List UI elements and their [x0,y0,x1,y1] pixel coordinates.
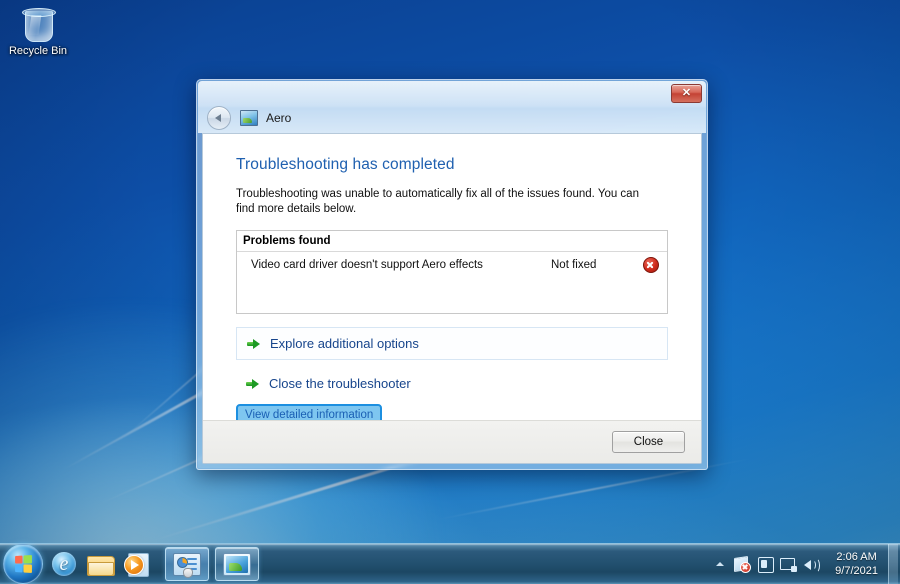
volume-icon[interactable] [802,555,821,573]
taskbar-item-windows-media-player[interactable] [121,547,151,581]
show-hidden-icons-icon[interactable] [712,555,728,573]
link-label: Close the troubleshooter [269,376,411,391]
clock-time: 2:06 AM [836,551,877,563]
green-arrow-icon [247,337,261,351]
taskbar-item-internet-explorer[interactable] [49,547,79,581]
removable-media-icon[interactable] [756,555,775,573]
action-center-flag-icon[interactable] [733,555,752,573]
back-button[interactable] [207,106,231,130]
recycle-bin-label: Recycle Bin [8,45,68,57]
start-button[interactable] [3,544,43,584]
network-icon[interactable] [779,555,798,573]
aero-display-icon [223,552,251,576]
taskbar-clock[interactable]: 2:06 AM 9/7/2021 [829,550,884,578]
problems-table-header: Problems found [237,231,667,252]
taskbar-item-control-panel[interactable] [165,547,209,581]
troubleshooter-window: ✕ Aero Troubleshooting has completed Tro… [196,79,708,470]
page-description: Troubleshooting was unable to automatica… [236,188,639,215]
problem-status: Not fixed [551,259,597,271]
folder-icon [87,554,115,576]
window-title: Aero [266,111,292,125]
close-icon: ✕ [681,87,692,99]
aero-display-icon [240,110,258,126]
table-row[interactable]: Video card driver doesn't support Aero e… [237,252,667,273]
problems-found-table: Problems found Video card driver doesn't… [236,230,668,314]
window-body: Troubleshooting has completed Troublesho… [202,133,702,464]
error-x-icon [643,257,659,273]
desktop-icon-recycle-bin[interactable]: Recycle Bin [6,6,70,58]
system-tray: 2:06 AM 9/7/2021 [712,544,900,584]
back-arrow-icon [215,114,221,122]
taskbar-item-aero-troubleshooter[interactable] [215,547,259,581]
link-label: Explore additional options [270,336,419,351]
control-panel-icon [173,552,201,578]
desktop-screen: Recycle Bin ✕ Aero Troubleshooting has c… [0,0,900,584]
show-desktop-button[interactable] [888,544,898,584]
link-close-the-troubleshooter[interactable]: Close the troubleshooter [236,372,668,395]
window-footer: Close [203,420,701,463]
taskbar: 2:06 AM 9/7/2021 [0,543,900,584]
window-content: Troubleshooting has completed Troublesho… [203,134,701,426]
link-explore-additional-options[interactable]: Explore additional options [236,327,668,360]
media-player-icon [123,553,149,577]
recycle-bin-icon [21,6,56,42]
window-close-button[interactable]: ✕ [671,84,702,103]
windows-logo-icon [15,554,32,574]
close-button[interactable]: Close [612,431,685,453]
green-arrow-icon [246,377,260,391]
internet-explorer-icon [52,552,76,576]
page-title: Troubleshooting has completed [236,156,455,173]
problem-name: Video card driver doesn't support Aero e… [251,259,483,271]
window-navigation-bar: Aero [198,103,706,133]
taskbar-item-windows-explorer[interactable] [85,547,115,581]
clock-date: 9/7/2021 [835,565,878,577]
